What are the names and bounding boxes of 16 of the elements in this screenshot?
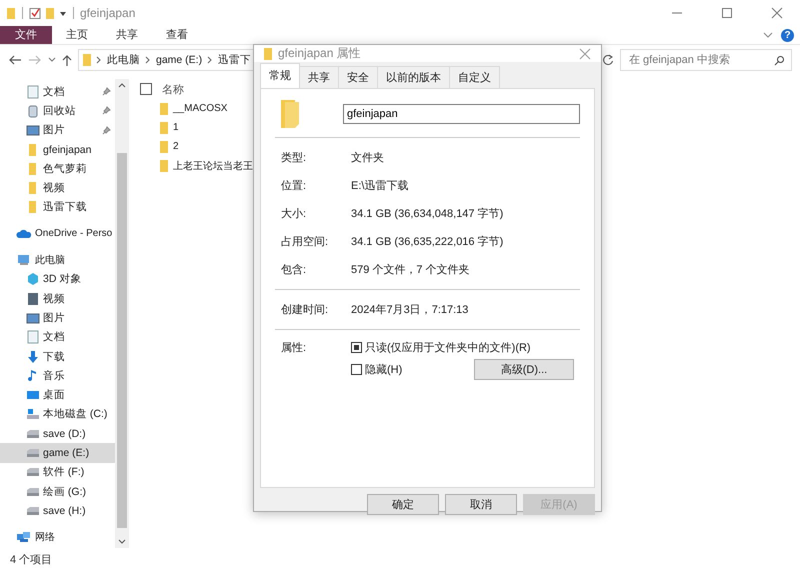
dialog-title: gfeinjapan 属性 <box>278 45 361 62</box>
property-value: 34.1 GB (36,634,048,147 字节) <box>351 206 504 221</box>
property-label: 创建时间: <box>281 303 330 317</box>
property-value: 579 个文件，7 个文件夹 <box>351 262 471 277</box>
property-value: 34.1 GB (36,635,222,016 字节) <box>351 234 504 249</box>
status-text: 4 个项目 <box>10 552 52 566</box>
property-value: 文件夹 <box>351 150 385 165</box>
property-label: 大小: <box>281 207 308 221</box>
property-value: E:\迅雷下载 <box>351 179 410 193</box>
property-label: 类型: <box>281 151 308 165</box>
property-label: 属性: <box>281 341 308 356</box>
property-value: 2024年7月3日，7:17:13 <box>351 303 470 317</box>
property-label: 包含: <box>281 263 308 277</box>
window-title: gfeinjapan <box>80 6 136 20</box>
property-label: 占用空间: <box>281 234 330 249</box>
property-label: 位置: <box>281 179 308 193</box>
